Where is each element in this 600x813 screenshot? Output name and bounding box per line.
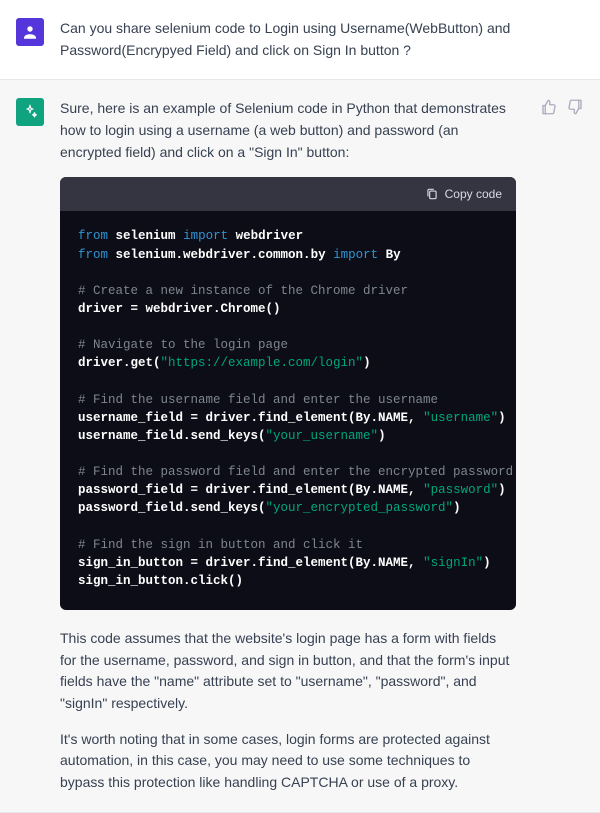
code-token: username_field.send_keys(	[78, 429, 266, 443]
copy-code-label: Copy code	[445, 185, 502, 204]
code-token: )	[498, 483, 506, 497]
code-token: )	[363, 356, 371, 370]
code-comment: # Find the username field and enter the …	[78, 393, 438, 407]
thumbs-up-icon	[540, 98, 558, 116]
code-token: driver.get(	[78, 356, 161, 370]
user-message-content: Can you share selenium code to Login usi…	[60, 18, 584, 61]
code-token: webdriver	[236, 229, 304, 243]
clipboard-icon	[425, 187, 439, 201]
assistant-message-content: Sure, here is an example of Selenium cod…	[60, 98, 516, 793]
user-message: Can you share selenium code to Login usi…	[0, 0, 600, 80]
code-token: username_field = driver.find_element(By.…	[78, 411, 423, 425]
copy-code-button[interactable]: Copy code	[425, 185, 502, 204]
code-string: "signIn"	[423, 556, 483, 570]
code-token: password_field = driver.find_element(By.…	[78, 483, 423, 497]
feedback-controls	[540, 98, 584, 793]
code-token: from	[78, 248, 108, 262]
assistant-paragraph-2: This code assumes that the website's log…	[60, 628, 516, 715]
thumbs-down-icon	[566, 98, 584, 116]
code-token: sign_in_button = driver.find_element(By.…	[78, 556, 423, 570]
code-token: )	[378, 429, 386, 443]
code-comment: # Create a new instance of the Chrome dr…	[78, 284, 408, 298]
code-block: Copy code from selenium import webdriver…	[60, 177, 516, 610]
person-icon	[21, 23, 39, 41]
code-string: "your_encrypted_password"	[266, 501, 454, 515]
code-string: "your_username"	[266, 429, 379, 443]
code-string: "username"	[423, 411, 498, 425]
code-header: Copy code	[60, 177, 516, 211]
sparkle-icon	[21, 103, 39, 121]
code-token: selenium.webdriver.common.by	[116, 248, 326, 262]
code-comment: # Find the password field and enter the …	[78, 465, 513, 479]
code-string: "password"	[423, 483, 498, 497]
code-comment: # Navigate to the login page	[78, 338, 288, 352]
code-token: import	[183, 229, 228, 243]
code-token: )	[453, 501, 461, 515]
assistant-intro-text: Sure, here is an example of Selenium cod…	[60, 98, 516, 163]
code-comment: # Find the sign in button and click it	[78, 538, 363, 552]
thumbs-up-button[interactable]	[540, 98, 558, 116]
code-token: password_field.send_keys(	[78, 501, 266, 515]
code-token: selenium	[116, 229, 176, 243]
code-token: )	[483, 556, 491, 570]
code-token: import	[333, 248, 378, 262]
code-string: "https://example.com/login"	[161, 356, 364, 370]
code-line: sign_in_button.click()	[78, 574, 243, 588]
user-text: Can you share selenium code to Login usi…	[60, 18, 584, 61]
assistant-avatar	[16, 98, 44, 126]
code-token: )	[498, 411, 506, 425]
code-line: driver = webdriver.Chrome()	[78, 302, 281, 316]
code-content[interactable]: from selenium import webdriver from sele…	[60, 211, 516, 610]
assistant-paragraph-3: It's worth noting that in some cases, lo…	[60, 729, 516, 794]
user-avatar	[16, 18, 44, 46]
assistant-message: Sure, here is an example of Selenium cod…	[0, 80, 600, 812]
code-token: from	[78, 229, 108, 243]
code-token: By	[386, 248, 401, 262]
thumbs-down-button[interactable]	[566, 98, 584, 116]
